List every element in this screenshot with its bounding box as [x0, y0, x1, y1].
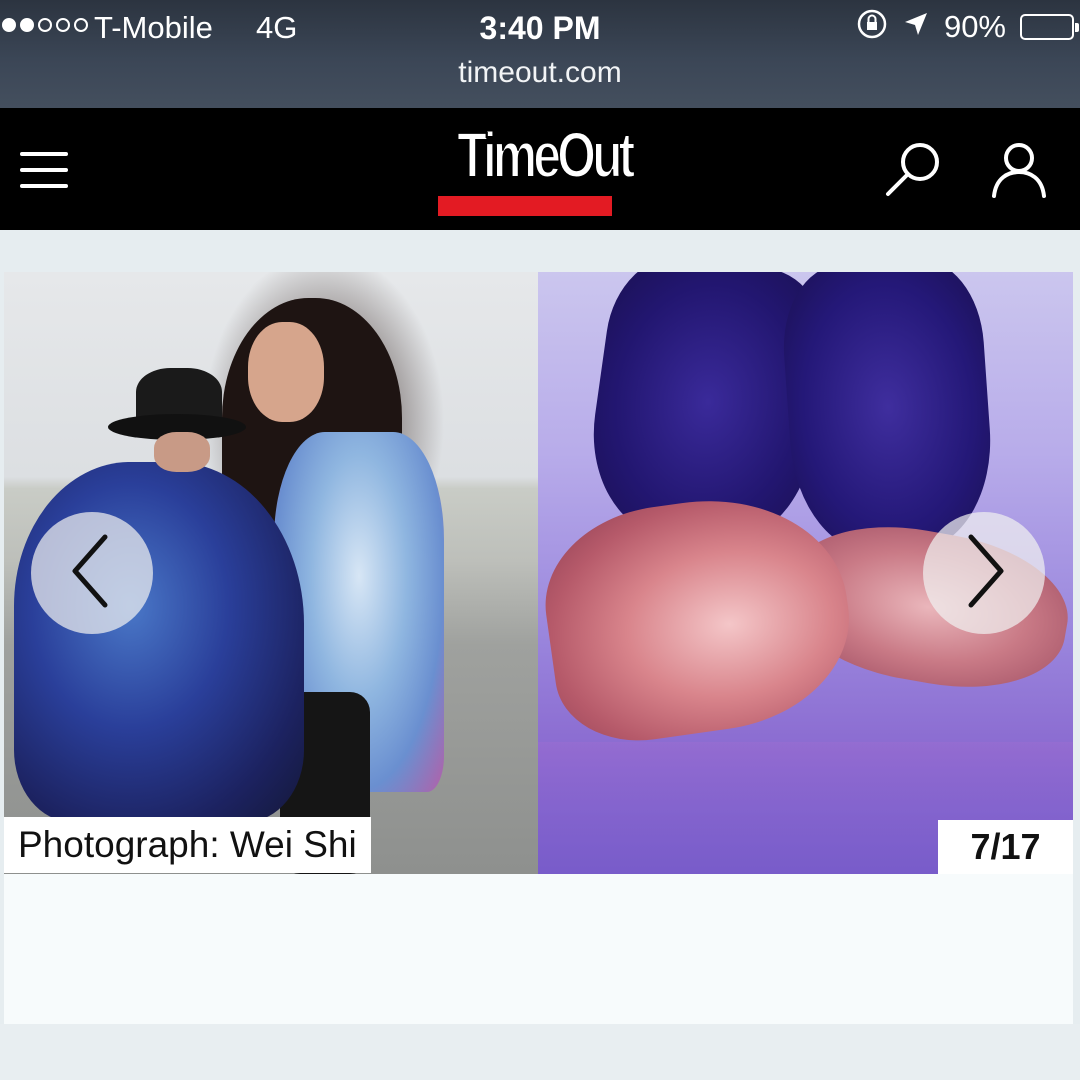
page-background-strip: [0, 1024, 1080, 1080]
previous-photo-button[interactable]: [31, 512, 153, 634]
photo-credit: Photograph: Wei Shi: [4, 817, 371, 873]
orientation-lock-icon: [856, 8, 888, 45]
photo-gallery[interactable]: Photograph: Wei Shi 7/17: [4, 272, 1073, 874]
article-content: Photograph: Wei Shi 7/17: [4, 272, 1073, 1024]
battery-percent: 90%: [943, 8, 1006, 44]
menu-icon[interactable]: [20, 152, 68, 188]
location-arrow-icon: [902, 10, 930, 43]
address-bar-url[interactable]: timeout.com: [0, 56, 1080, 90]
battery-icon: [1020, 13, 1079, 40]
photo-counter: 7/17: [938, 820, 1073, 874]
next-photo-button[interactable]: [923, 512, 1045, 634]
logo-red-bar: [438, 196, 612, 216]
user-icon[interactable]: [990, 138, 1048, 202]
status-bar: T-Mobile 4G 3:40 PM 90% timeout.com: [0, 0, 1080, 108]
search-icon[interactable]: [882, 138, 946, 202]
chevron-left-icon: [67, 531, 117, 616]
timeout-logo[interactable]: TimeOut: [438, 116, 636, 218]
logo-wordmark: TimeOut: [456, 118, 636, 192]
chevron-right-icon: [959, 531, 1009, 616]
